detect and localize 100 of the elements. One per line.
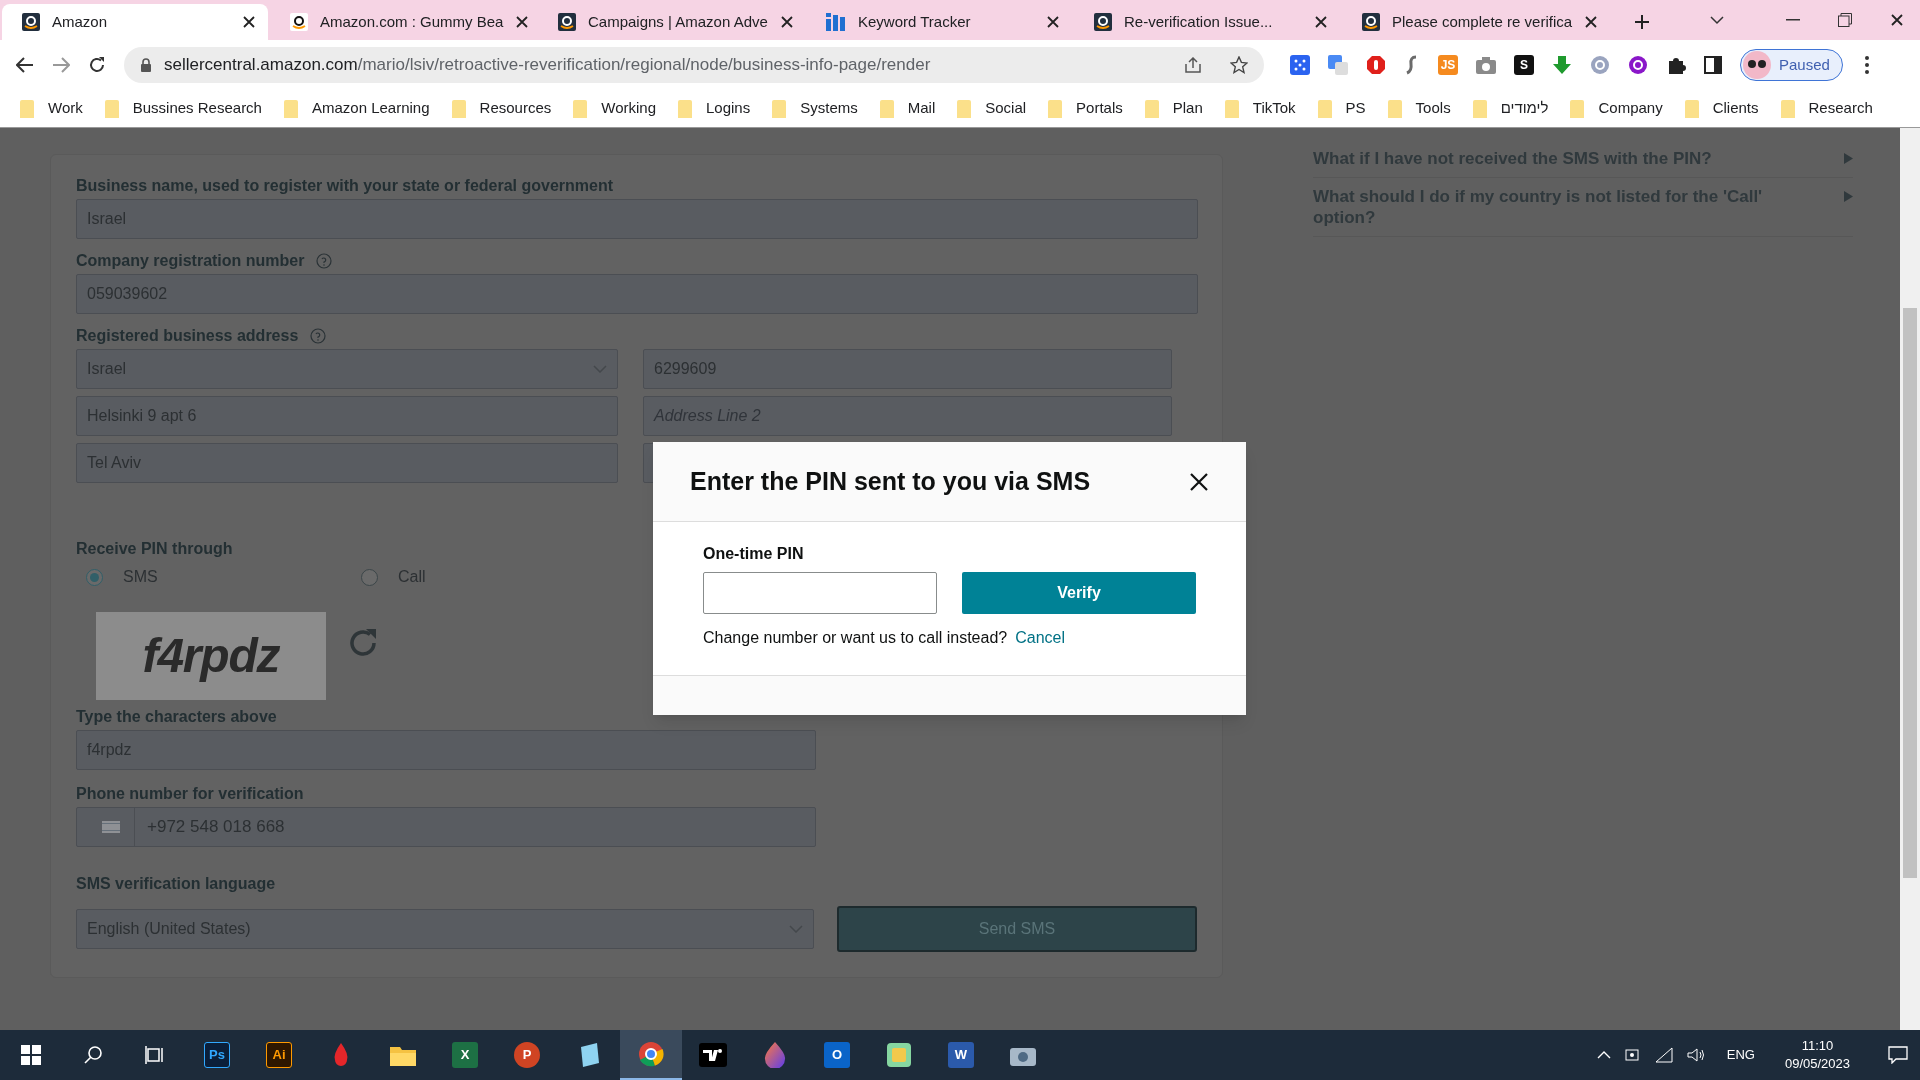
taskbar-app[interactable]: P	[496, 1030, 558, 1080]
reload-icon[interactable]	[88, 56, 106, 74]
translate-icon[interactable]	[1328, 55, 1348, 75]
search-icon	[83, 1045, 103, 1065]
browser-tab[interactable]: Please complete re verifica	[1342, 4, 1608, 40]
back-arrow-icon[interactable]	[16, 57, 34, 73]
new-tab-icon[interactable]	[1634, 14, 1650, 30]
folder-icon	[20, 99, 34, 118]
profile-button[interactable]: Paused	[1740, 49, 1843, 81]
folder-icon	[678, 99, 692, 118]
stop-sign-icon[interactable]	[1366, 55, 1386, 75]
more-menu-icon[interactable]	[1864, 56, 1869, 74]
bar-chart-icon	[826, 13, 846, 31]
taskbar-app[interactable]: W	[930, 1030, 992, 1080]
drop-icon	[764, 1042, 786, 1068]
prompt-text: Change number or want us to call instead?	[703, 628, 1008, 648]
cancel-link[interactable]: Cancel	[1015, 626, 1065, 650]
smile-logo-icon	[22, 13, 40, 31]
taskbar-app[interactable]: Ps	[186, 1030, 248, 1080]
address-bar[interactable]: sellercentral.amazon.com/mario/lsiv/retroactive-reverification/regional/node/business-info-page/render	[124, 47, 1264, 83]
dots-icon[interactable]	[1290, 55, 1310, 75]
bookmark[interactable]: Tools	[1387, 97, 1459, 120]
folder-icon	[283, 99, 298, 118]
chart-app-icon	[699, 1043, 727, 1067]
star-icon[interactable]	[1230, 56, 1248, 74]
bookmark[interactable]: Company	[1570, 97, 1671, 120]
download-icon[interactable]	[1552, 55, 1572, 75]
browser-icon	[638, 1041, 664, 1067]
close-icon[interactable]	[1890, 13, 1904, 27]
speaker-icon[interactable]	[1686, 1047, 1705, 1063]
folder-icon	[573, 99, 588, 118]
share-icon[interactable]	[1184, 57, 1202, 73]
browser-tab[interactable]: Amazon	[2, 4, 268, 40]
field-label: Registered business address	[76, 326, 299, 346]
folder-icon	[879, 99, 894, 118]
bookmark[interactable]: Amazon Learning	[283, 97, 438, 120]
taskbar-app[interactable]: Ai	[248, 1030, 310, 1080]
browser-tab[interactable]: Campaigns | Amazon Adve	[538, 4, 804, 40]
bookmark[interactable]: Plan	[1144, 97, 1211, 120]
close-icon[interactable]	[1314, 15, 1328, 29]
restore-icon[interactable]	[1838, 13, 1852, 27]
close-icon[interactable]	[1046, 15, 1060, 29]
chevron-down-icon[interactable]	[1710, 15, 1724, 25]
minimize-icon[interactable]	[1786, 19, 1800, 21]
bookmark[interactable]: Working	[573, 97, 664, 120]
side-panel-icon[interactable]	[1704, 56, 1722, 74]
folder-icon	[1224, 99, 1239, 118]
close-icon[interactable]	[1189, 471, 1209, 492]
bookmark[interactable]: Mail	[879, 97, 944, 120]
forward-arrow-icon[interactable]	[52, 57, 70, 73]
close-icon[interactable]	[1584, 15, 1599, 29]
smile-logo-icon	[558, 13, 576, 31]
camera-icon[interactable]	[1476, 56, 1496, 74]
chevron-up-icon[interactable]	[1596, 1051, 1611, 1059]
folder-icon	[1472, 99, 1487, 118]
url-text: sellercentral.amazon.com/mario/lsiv/retroactive-reverification/regional/node/business-info-page/render	[164, 54, 932, 77]
field-label: Type the characters above	[76, 707, 277, 727]
tab-title: Campaigns | Amazon Adve	[588, 11, 768, 32]
tab-title: Amazon	[52, 11, 108, 32]
browser-tab[interactable]: Re-verification Issue...	[1074, 4, 1340, 40]
close-icon[interactable]	[242, 15, 256, 29]
bookmark[interactable]: Portals	[1048, 97, 1131, 120]
field-label: One-time PIN	[703, 544, 805, 564]
bookmark[interactable]: Bussines Research	[104, 97, 270, 120]
browser-tab[interactable]: Keyword Tracker	[806, 4, 1072, 40]
bookmark[interactable]: Logins	[678, 97, 759, 120]
bookmark[interactable]: Work	[20, 97, 91, 120]
dialog-title: Enter the PIN sent to you via SMS	[690, 465, 1091, 497]
folder-icon	[1048, 99, 1063, 118]
notification-icon[interactable]	[1888, 1046, 1908, 1064]
bookmark[interactable]: Clients	[1684, 97, 1767, 120]
bookmark[interactable]: Social	[957, 97, 1035, 120]
meet-icon[interactable]	[1624, 1047, 1641, 1063]
puzzle-icon[interactable]	[1666, 55, 1686, 75]
folder-icon	[1387, 99, 1402, 118]
tab-title: Please complete re verifica	[1392, 11, 1573, 32]
close-icon[interactable]	[779, 15, 794, 29]
network-icon[interactable]	[1654, 1047, 1673, 1063]
bookmark[interactable]: Systems	[772, 97, 866, 120]
field-label: Receive PIN through	[76, 539, 233, 559]
bookmark[interactable]: Research	[1780, 97, 1881, 120]
bookmark[interactable]: PS	[1317, 97, 1374, 120]
smile-logo-icon	[1362, 13, 1380, 31]
bookmark[interactable]: לימודים	[1472, 97, 1557, 120]
verify-button[interactable]: Verify	[962, 572, 1196, 614]
clock[interactable]: 11:10 09/05/2023	[1784, 1037, 1850, 1073]
close-icon[interactable]	[515, 15, 530, 29]
browser-tab[interactable]: Amazon.com : Gummy Bea	[270, 4, 536, 40]
taskbar-app[interactable]: O	[806, 1030, 868, 1080]
pin-input[interactable]	[703, 572, 937, 614]
smile-logo-icon	[290, 13, 308, 31]
bookmark[interactable]: TikTok	[1224, 97, 1304, 120]
taskbar-app[interactable]: X	[434, 1030, 496, 1080]
language-indicator[interactable]: ENG	[1726, 1045, 1755, 1065]
folder-icon	[957, 99, 972, 118]
extension-icon[interactable]: S	[1514, 55, 1534, 75]
tab-title: Keyword Tracker	[858, 11, 971, 32]
bookmark[interactable]: Resources	[451, 97, 560, 120]
circle-icon[interactable]	[1628, 55, 1648, 75]
triangle-right-icon	[1844, 153, 1853, 164]
